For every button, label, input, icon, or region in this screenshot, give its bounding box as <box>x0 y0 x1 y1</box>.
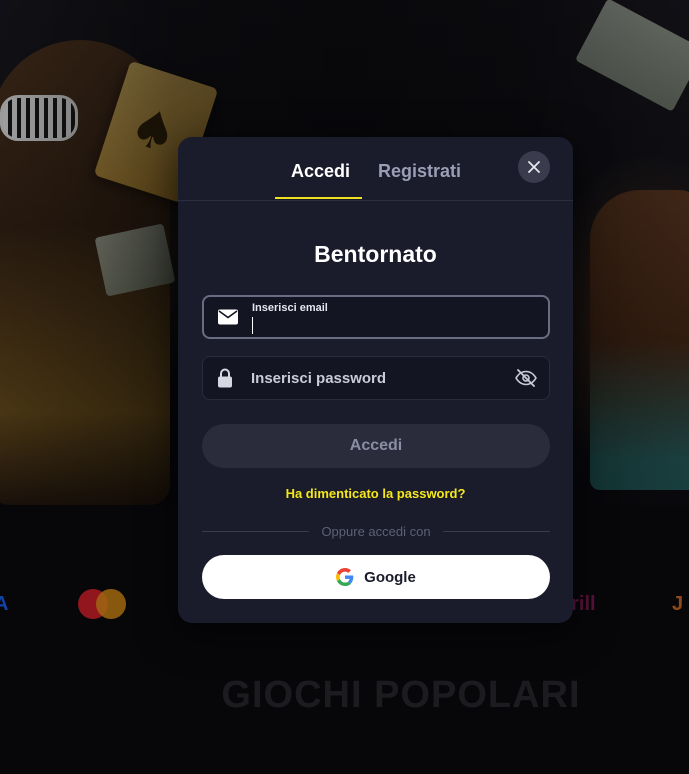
google-logo-icon <box>336 568 354 586</box>
auth-tabs: Accedi Registrati <box>178 137 573 201</box>
forgot-password-link[interactable]: Ha dimenticato la password? <box>178 486 573 501</box>
divider-line-right <box>442 530 550 532</box>
email-field[interactable]: Inserisci email <box>202 295 550 339</box>
modal-title: Bentornato <box>314 241 437 267</box>
close-button[interactable] <box>518 151 550 183</box>
divider-label: Oppure accedi con <box>321 523 431 539</box>
tab-login[interactable]: Accedi <box>291 161 350 182</box>
tab-register[interactable]: Registrati <box>378 161 461 182</box>
social-divider: Oppure accedi con <box>202 521 550 541</box>
password-field[interactable] <box>202 356 550 400</box>
google-button-label: Google <box>364 568 416 586</box>
text-cursor <box>252 317 253 334</box>
password-input[interactable] <box>251 357 491 399</box>
login-modal: Accedi Registrati Bentornato Inserisci e… <box>178 137 573 623</box>
divider-line-left <box>202 530 310 532</box>
close-icon <box>528 161 540 173</box>
envelope-icon <box>218 309 238 325</box>
login-submit-button[interactable]: Accedi <box>202 424 550 468</box>
eye-slash-icon[interactable] <box>515 369 537 387</box>
google-login-button[interactable]: Google <box>202 555 550 599</box>
lock-icon <box>217 368 233 388</box>
active-tab-indicator <box>275 197 362 199</box>
email-label: Inserisci email <box>252 302 328 314</box>
